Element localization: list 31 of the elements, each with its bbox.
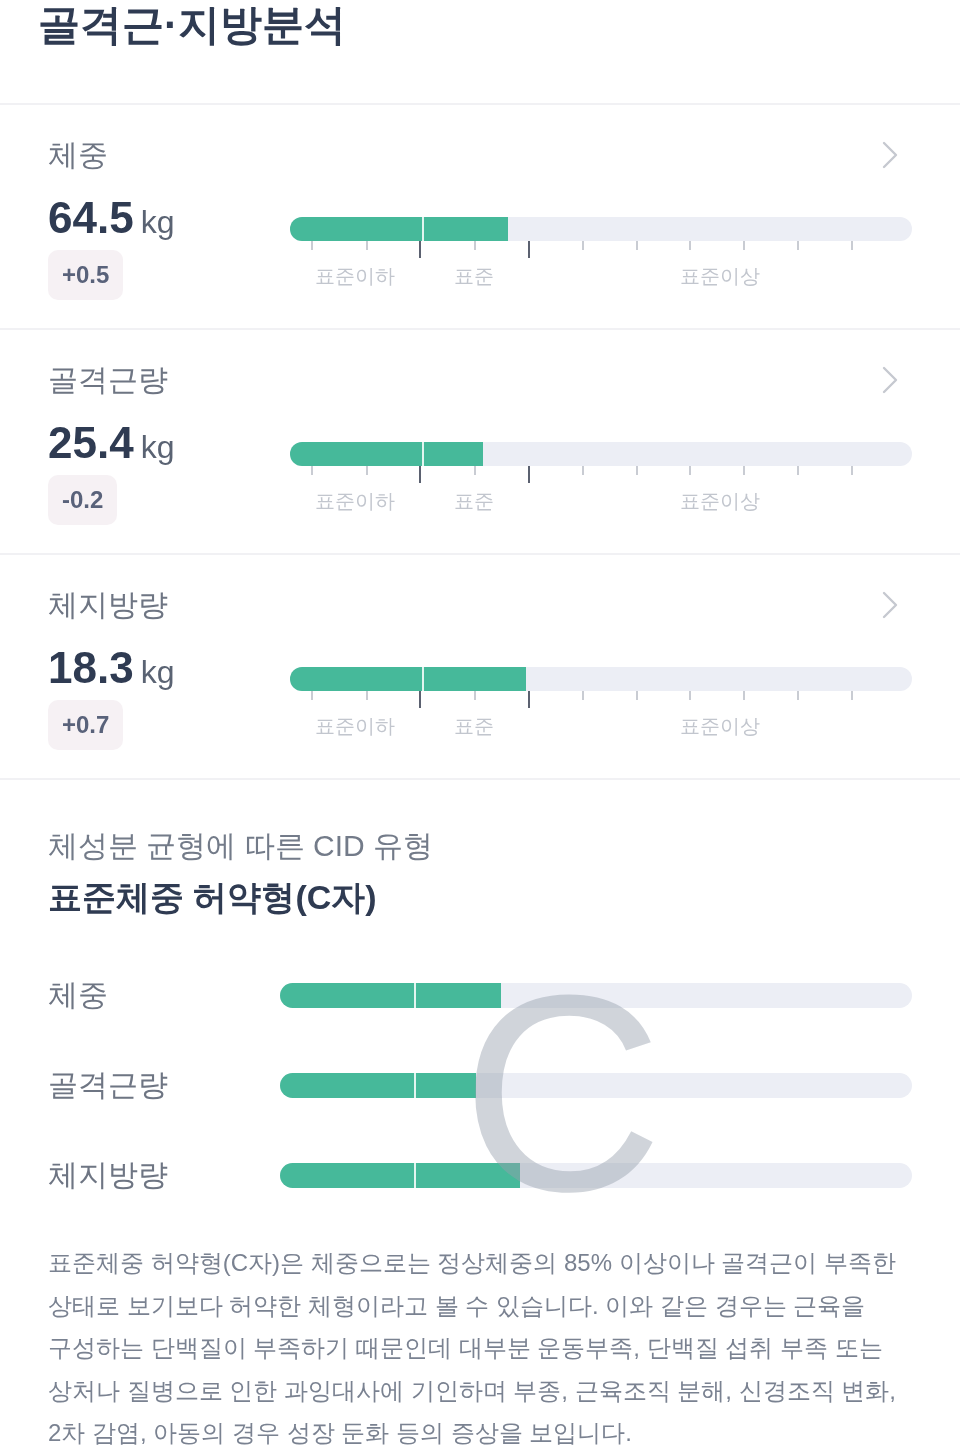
chevron-right-icon[interactable] — [882, 591, 898, 619]
chevron-right-icon[interactable] — [882, 366, 898, 394]
scale-label: 표준 — [454, 264, 495, 289]
scale-label: 표준이상 — [680, 264, 761, 289]
unit-label: kg — [140, 653, 175, 692]
metric-label: 체지방량 — [48, 587, 168, 623]
unit-label: kg — [140, 203, 175, 242]
metric-value: 18.3 — [48, 642, 134, 694]
description-text: 표준체중 허약형(C자)은 체중으로는 정상체중의 85% 이상이나 골격근이 부족한 상태로 보기보다 허약한 체형이라고 볼 수 있습니다. 이와 같은 경우는 근육을 구성하는 단백질이 부족하기 때문인데 대부분 운동부족, 단백질 섭취 부족 또는 상처나 질병으로 인한 과잉대사에 기인하며 부종, 근육조직 분해, 신경조직 변화, 2차 감염, 아동의 경우 성장 둔화 등의 증상을 보입니다. — [48, 1248, 898, 1449]
metric-value: 25.4 — [48, 417, 134, 469]
scale-label: 표준이상 — [680, 489, 761, 514]
scale-label: 표준이하 — [315, 264, 395, 289]
change-badge: +0.7 — [48, 700, 124, 750]
scale-label: 표준 — [454, 489, 495, 514]
bar-label: 골격근량 — [48, 1067, 168, 1103]
metric-label: 골격근량 — [48, 362, 168, 398]
cid-caption: 체성분 균형에 따른 CID 유형 — [48, 828, 433, 864]
scale-label: 표준 — [454, 714, 495, 739]
bar-label: 체중 — [48, 977, 108, 1013]
scale-label: 표준이상 — [680, 714, 761, 739]
unit-label: kg — [140, 428, 175, 467]
scale-label: 표준이하 — [315, 489, 395, 514]
page-title: 골격근·지방분석 — [38, 0, 346, 50]
change-badge: -0.2 — [48, 475, 118, 525]
chevron-right-icon[interactable] — [882, 141, 898, 169]
change-badge: +0.5 — [48, 250, 124, 300]
scale-label: 표준이하 — [315, 714, 395, 739]
bar-label: 체지방량 — [48, 1157, 168, 1193]
metric-label: 체중 — [48, 137, 108, 173]
cid-type-title: 표준체중 허약형(C자) — [48, 877, 377, 918]
metric-value: 64.5 — [48, 192, 134, 244]
